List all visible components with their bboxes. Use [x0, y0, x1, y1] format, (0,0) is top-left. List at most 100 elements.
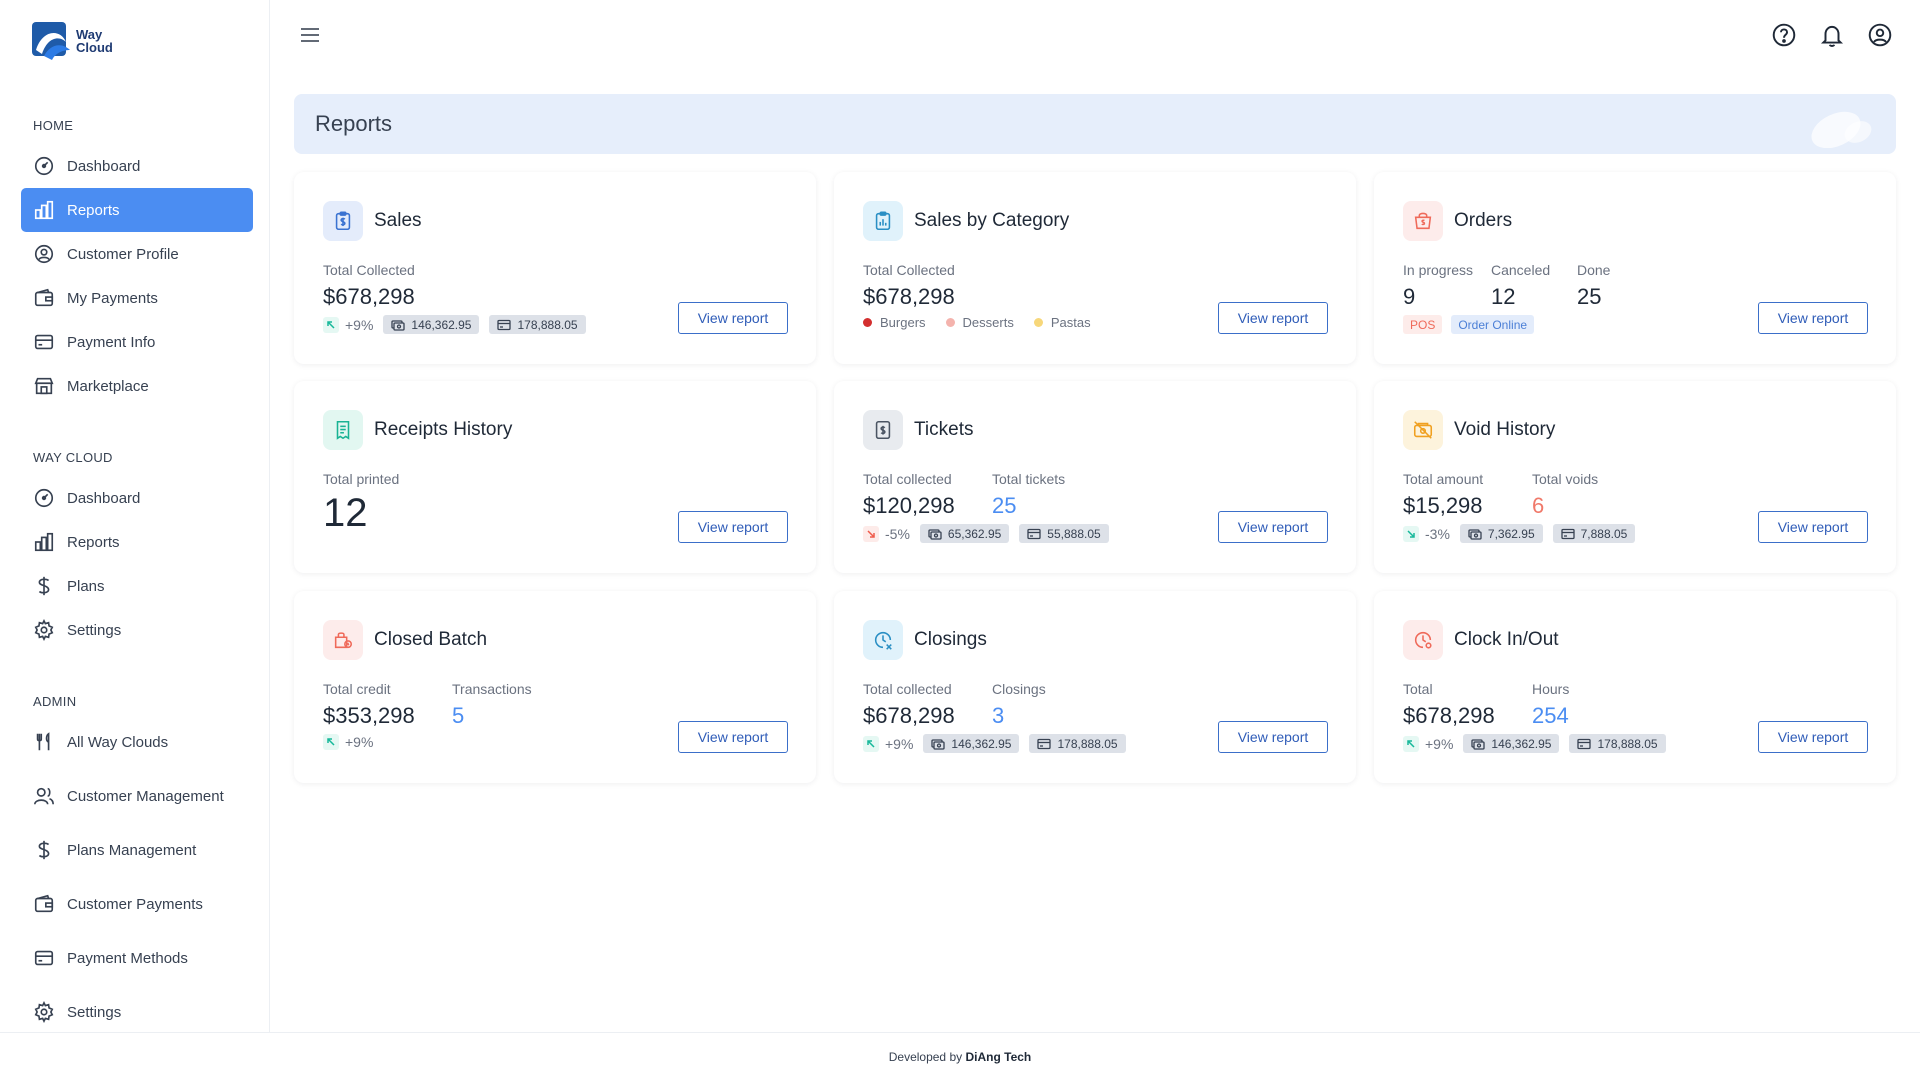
- cash-chip: 146,362.95: [1463, 734, 1560, 753]
- account-icon[interactable]: [1867, 22, 1893, 48]
- orders-icon: [1403, 201, 1443, 241]
- view-report-button[interactable]: View report: [1218, 302, 1328, 334]
- footer-company-link[interactable]: DiAng Tech: [965, 1050, 1031, 1064]
- stat-label: Total Collected: [863, 262, 955, 278]
- menu-icon[interactable]: [298, 24, 322, 46]
- card-title: Tickets: [914, 419, 974, 440]
- legend-item-burgers: Burgers: [863, 315, 926, 330]
- view-report-button[interactable]: View report: [1758, 721, 1868, 753]
- footer: Developed by DiAng Tech: [0, 1032, 1920, 1080]
- stat-label: Closings: [992, 681, 1046, 697]
- sidebar-item-wc-reports[interactable]: Reports: [21, 520, 253, 564]
- legend-dot: [1033, 318, 1043, 327]
- stat-label: Done: [1577, 262, 1611, 278]
- order-tags: POS Order Online: [1403, 315, 1537, 334]
- stat-value: $120,298: [863, 493, 955, 518]
- wallet-icon: [34, 894, 54, 913]
- report-card-closings: Closings Total collected $678,298 Closin…: [834, 591, 1356, 783]
- sidebar-item-plans-management[interactable]: Plans Management: [21, 828, 253, 872]
- bell-icon[interactable]: [1819, 22, 1845, 48]
- sidebar-item-label: Payment Methods: [67, 949, 188, 967]
- sidebar-item-label: Plans Management: [67, 841, 197, 859]
- sidebar-item-label: Reports: [67, 533, 120, 551]
- sidebar-item-wc-settings[interactable]: Settings: [21, 608, 253, 652]
- sidebar-item-label: My Payments: [67, 289, 158, 307]
- legend-label: Desserts: [962, 315, 1014, 330]
- dashboard-icon: [34, 156, 54, 176]
- stat-label: Total credit: [323, 681, 391, 697]
- users-icon: [34, 787, 54, 805]
- sidebar-item-payment-info[interactable]: Payment Info: [21, 320, 253, 364]
- chip-value: 65,362.95: [947, 526, 1002, 541]
- card-meta: +9% 146,362.95 178,888.05: [323, 315, 590, 334]
- sidebar-item-customer-payments[interactable]: Customer Payments: [21, 882, 253, 926]
- section-label-way-cloud: WAY CLOUD: [33, 450, 113, 465]
- view-report-button[interactable]: View report: [678, 302, 788, 334]
- dollar-icon: [38, 840, 50, 860]
- batch-icon: [323, 620, 363, 660]
- chip-value: 178,888.05: [517, 317, 578, 332]
- sidebar-item-all-way-clouds[interactable]: All Way Clouds: [21, 720, 253, 764]
- view-report-button[interactable]: View report: [678, 721, 788, 753]
- cash-icon: [1468, 528, 1482, 540]
- sidebar-item-label: Plans: [67, 577, 105, 595]
- sidebar-item-admin-settings[interactable]: Settings: [21, 990, 253, 1034]
- chip-value: 178,888.05: [1057, 736, 1118, 751]
- ticket-icon: [863, 410, 903, 450]
- stat-label: In progress: [1403, 262, 1474, 278]
- category-legend: Burgers Desserts Pastas: [863, 315, 1105, 330]
- way-cloud-logo-icon: [32, 22, 70, 60]
- trend-percent: -5%: [885, 525, 910, 542]
- cash-chip: 65,362.95: [919, 524, 1010, 543]
- stat-value: $353,298: [323, 703, 415, 728]
- reports-icon: [34, 532, 54, 552]
- view-report-button[interactable]: View report: [1218, 721, 1328, 753]
- view-report-button[interactable]: View report: [1758, 302, 1868, 334]
- report-card-tickets: Tickets Total collected $120,298 Total t…: [834, 381, 1356, 573]
- stat-value-secondary: 6: [1532, 493, 1545, 518]
- stat-label: Total collected: [863, 471, 952, 487]
- sidebar-item-label: Settings: [67, 1003, 122, 1021]
- chip-value: 55,888.05: [1047, 526, 1101, 541]
- report-card-clock-in-out: Clock In/Out Total $678,298 Hours 254 +9…: [1374, 591, 1896, 783]
- card-title: Orders: [1454, 210, 1513, 231]
- view-report-button[interactable]: View report: [1218, 511, 1328, 543]
- stat-value: 12: [1491, 284, 1516, 309]
- sidebar-item-marketplace[interactable]: Marketplace: [21, 364, 253, 408]
- stat-value: 12: [323, 491, 368, 535]
- dollar-icon: [38, 576, 50, 596]
- help-icon[interactable]: [1771, 22, 1797, 48]
- legend-dot: [863, 318, 872, 327]
- sidebar-item-plans[interactable]: Plans: [21, 564, 253, 608]
- sidebar-item-reports[interactable]: Reports: [21, 188, 253, 232]
- cash-icon: [928, 528, 942, 540]
- chip-value: 178,888.05: [1597, 736, 1658, 751]
- sidebar-item-customer-profile[interactable]: Customer Profile: [21, 232, 253, 276]
- sidebar-item-customer-management[interactable]: Customer Management: [21, 774, 253, 818]
- sidebar-item-dashboard[interactable]: Dashboard: [21, 144, 253, 188]
- credit-card-icon: [34, 334, 54, 350]
- sales-icon: [323, 201, 363, 241]
- brand-logo[interactable]: Way Cloud: [30, 20, 113, 62]
- card-payment-icon: [497, 319, 512, 330]
- sidebar-item-wc-dashboard[interactable]: Dashboard: [21, 476, 253, 520]
- page-title: Reports: [315, 111, 393, 136]
- sidebar-item-label: Settings: [67, 621, 122, 639]
- sidebar-item-my-payments[interactable]: My Payments: [21, 276, 253, 320]
- sidebar-item-label: All Way Clouds: [67, 733, 169, 751]
- stat-label: Canceled: [1491, 262, 1551, 278]
- legend-dot: [945, 318, 955, 327]
- legend-item-pastas: Pastas: [1033, 315, 1091, 330]
- trend-up-icon: [323, 734, 339, 750]
- card-chip: 178,888.05: [489, 315, 586, 334]
- sidebar-item-label: Dashboard: [67, 489, 141, 507]
- sidebar-item-payment-methods[interactable]: Payment Methods: [21, 936, 253, 980]
- card-title: Clock In/Out: [1454, 629, 1559, 650]
- view-report-button[interactable]: View report: [678, 511, 788, 543]
- trend-percent: +9%: [345, 734, 374, 750]
- chip-value: 146,362.95: [1491, 736, 1552, 751]
- stat-value-secondary: 25: [992, 493, 1017, 518]
- cash-icon: [931, 738, 946, 750]
- utensils-icon: [36, 732, 50, 751]
- view-report-button[interactable]: View report: [1758, 511, 1868, 543]
